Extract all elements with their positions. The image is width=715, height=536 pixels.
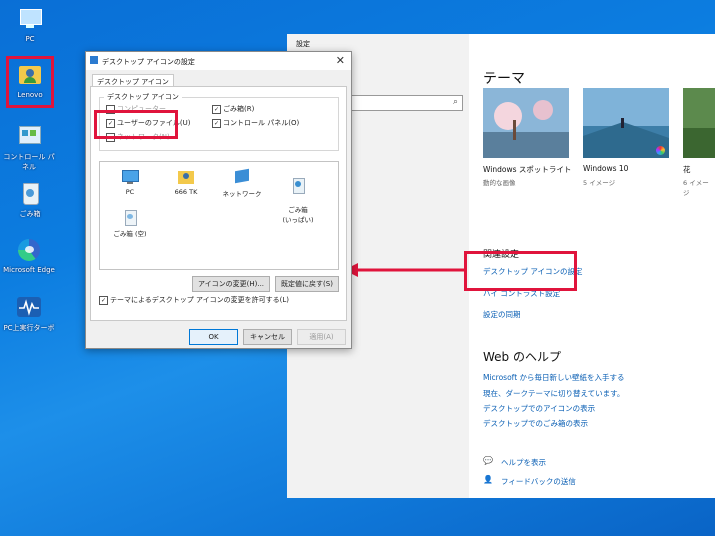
help-link-show-icons[interactable]: デスクトップでのアイコンの表示 <box>483 403 595 414</box>
theme-name: 花 <box>683 165 691 174</box>
theme-name: Windows スポットライト <box>483 165 572 174</box>
change-icon-button[interactable]: アイコンの変更(H)... <box>192 276 270 292</box>
theme-thumbnail-spotlight[interactable] <box>483 88 569 158</box>
list-item-recycle-empty[interactable]: ごみ箱 (空) <box>106 208 154 238</box>
recycle-bin-full-icon <box>289 176 307 194</box>
desktop-icon-recycle-bin[interactable]: ごみ箱 <box>2 180 58 219</box>
search-icon: ⌕ <box>452 97 458 107</box>
network-icon <box>233 168 251 186</box>
desktop-icon-pc-tool[interactable]: PC上実行ターボ <box>1 294 57 333</box>
desktop-icon-control-panel[interactable]: コントロール パネル <box>1 123 57 172</box>
icon-list[interactable]: PC 666 TK ネットワーク ごみ箱 (いっぱい) ごみ箱 (空) <box>99 161 339 270</box>
dialog-title: デスクトップ アイコンの設定 <box>102 58 195 66</box>
checkmark-icon[interactable]: ✓ <box>212 118 221 128</box>
list-item-label: PC <box>125 188 135 196</box>
checkmark-icon[interactable]: ✓ <box>99 295 108 305</box>
heartbeat-icon <box>16 294 42 320</box>
theme-thumbnail-windows10[interactable] <box>583 88 669 158</box>
list-item-pc[interactable]: PC <box>106 168 154 196</box>
desktop-icon-label: Microsoft Edge <box>3 266 55 274</box>
highlight-box-lenovo <box>6 56 54 108</box>
help-icon: 💬 <box>483 456 493 465</box>
list-item-recycle-full[interactable]: ごみ箱 (いっぱい) <box>274 168 322 232</box>
feedback-icon: 👤 <box>483 475 493 484</box>
theme-thumbnail-flower[interactable] <box>683 88 715 158</box>
help-link-dark-theme[interactable]: 現在、ダークテーマに切り替えています。 <box>483 388 624 399</box>
list-item-label: 666 TK <box>174 188 198 196</box>
checkbox-label: ごみ箱(R) <box>223 105 255 113</box>
list-item-label: ごみ箱 (いっぱい) <box>282 206 314 224</box>
checkbox-label: テーマによるデスクトップ アイコンの変更を許可する(L) <box>110 296 290 304</box>
help-link-wallpaper[interactable]: Microsoft から毎日新しい壁紙を入手する <box>483 372 625 383</box>
feedback-link[interactable]: フィードバックの送信 <box>501 476 576 487</box>
desktop-icon-settings-dialog: デスクトップ アイコンの設定 ✕ デスクトップ アイコン デスクトップ アイコン… <box>85 51 352 349</box>
get-help-link[interactable]: ヘルプを表示 <box>501 457 546 468</box>
edge-icon <box>16 237 42 263</box>
control-panel-icon <box>16 123 42 149</box>
theme-subtitle: 6 イメージ <box>683 179 709 197</box>
group-label: デスクトップ アイコン <box>104 92 182 102</box>
dialog-titlebar: デスクトップ アイコンの設定 ✕ <box>86 52 351 70</box>
cancel-button[interactable]: キャンセル <box>243 329 292 345</box>
checkbox-recycle-bin[interactable]: ✓ ごみ箱(R) <box>212 104 254 114</box>
link-sync-settings[interactable]: 設定の同期 <box>483 309 521 320</box>
window-title: 設定 <box>296 40 310 48</box>
theme-name: Windows 10 <box>583 164 629 173</box>
checkbox-label: コントロール パネル(O) <box>223 119 300 127</box>
desktop-icon-label: PC上実行ターボ <box>3 324 55 332</box>
section-title: テーマ <box>483 71 525 87</box>
list-item-label: ごみ箱 (空) <box>113 230 147 238</box>
web-help-heading: Web のヘルプ <box>483 350 561 364</box>
theme-subtitle: 動的な画像 <box>483 179 516 187</box>
list-item-label: ネットワーク <box>222 190 262 198</box>
recycle-bin-icon <box>17 180 43 206</box>
desktop-icon-label: PC <box>25 35 35 43</box>
list-item-user[interactable]: 666 TK <box>162 168 210 196</box>
close-icon[interactable]: ✕ <box>336 54 345 67</box>
apply-button[interactable]: 適用(A) <box>297 329 346 345</box>
checkmark-icon[interactable]: ✓ <box>212 104 221 114</box>
desktop-icon-edge[interactable]: Microsoft Edge <box>1 237 57 274</box>
pc-icon <box>17 6 43 32</box>
desktop-icon-pc[interactable]: PC <box>2 6 58 43</box>
restore-default-button[interactable]: 既定値に戻す(S) <box>275 276 339 292</box>
accent-color-icon <box>656 146 665 155</box>
highlight-box-desktop-icon-settings <box>464 251 577 291</box>
highlight-box-user-files <box>94 110 178 139</box>
pc-icon <box>121 168 139 186</box>
theme-subtitle: 5 イメージ <box>583 179 616 187</box>
recycle-bin-empty-icon <box>121 208 139 226</box>
arrow-icon <box>344 263 466 277</box>
user-folder-icon <box>177 168 195 186</box>
dialog-app-icon <box>90 56 98 64</box>
list-item-network[interactable]: ネットワーク <box>218 168 266 198</box>
ok-button[interactable]: OK <box>189 329 238 345</box>
desktop-icon-label: コントロール パネル <box>3 153 55 171</box>
help-link-show-recycle-bin[interactable]: デスクトップでのごみ箱の表示 <box>483 418 588 429</box>
checkbox-control-panel[interactable]: ✓ コントロール パネル(O) <box>212 118 299 128</box>
checkbox-allow-themes[interactable]: ✓ テーマによるデスクトップ アイコンの変更を許可する(L) <box>99 295 289 305</box>
desktop-icon-label: ごみ箱 <box>19 210 41 218</box>
